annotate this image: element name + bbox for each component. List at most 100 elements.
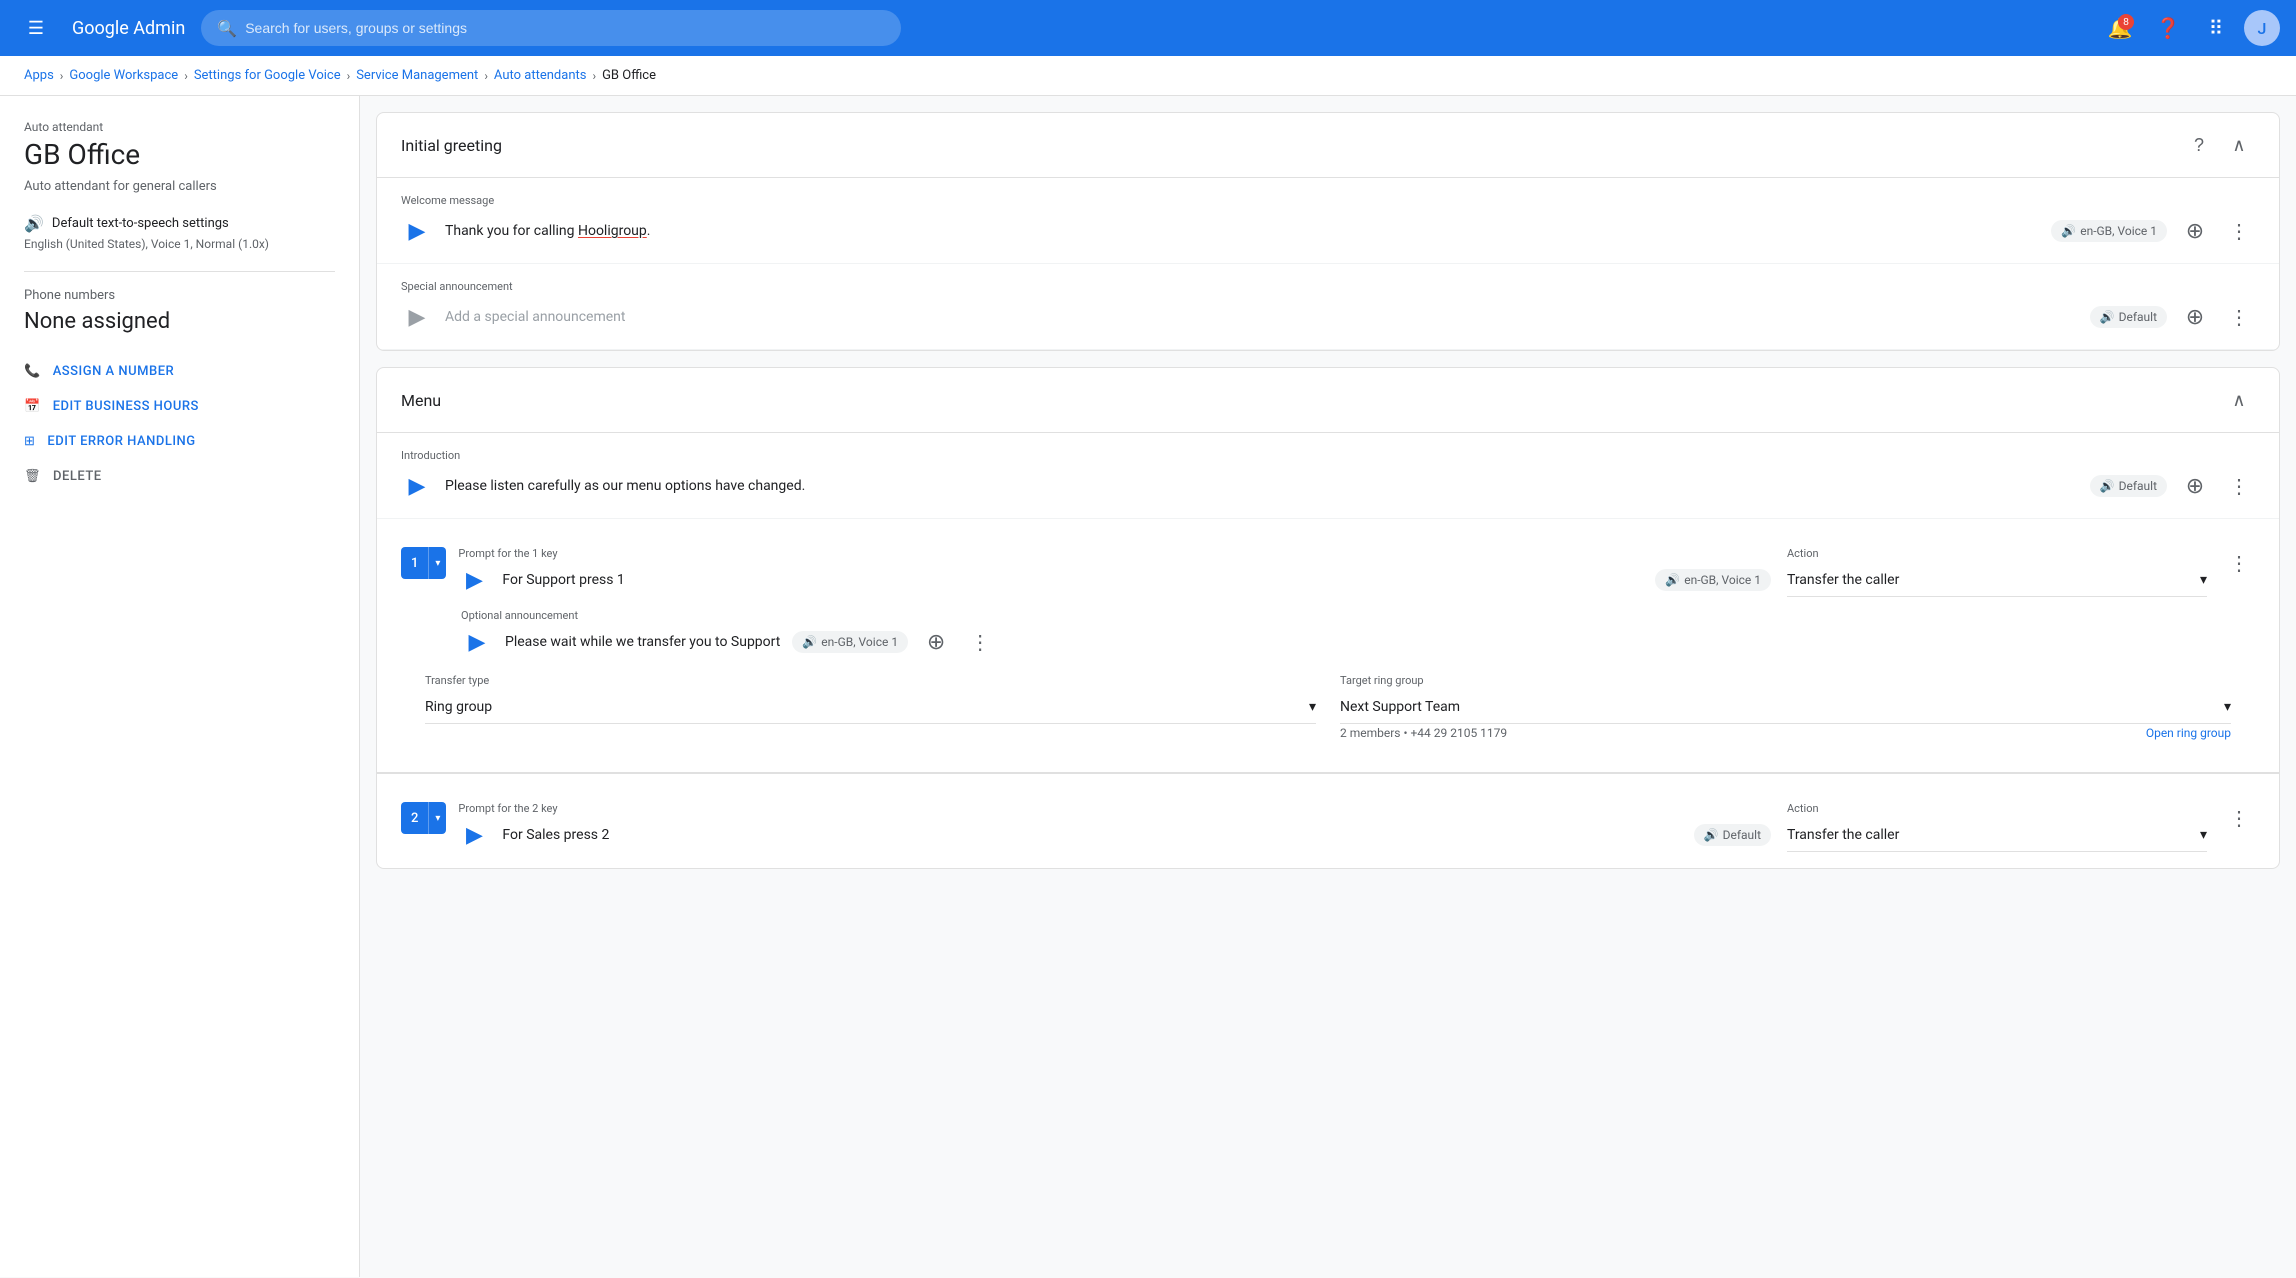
key1-action-select[interactable]: Transfer the caller ▾ xyxy=(1787,564,2207,597)
key2-badge: 2 ▾ xyxy=(401,802,446,834)
transfer-type-select[interactable]: Ring group ▾ xyxy=(425,691,1316,724)
content-area: Initial greeting ? ∧ Welcome message ▶ xyxy=(360,96,2296,1277)
key1-more-button[interactable]: ⋮ xyxy=(2223,547,2255,579)
welcome-message-row: Welcome message ▶ Thank you for calling … xyxy=(377,178,2279,264)
open-ring-group-link[interactable]: Open ring group xyxy=(2146,726,2231,740)
menu-section-title: Menu xyxy=(401,391,441,410)
edit-hours-icon: 📅 xyxy=(24,399,41,414)
search-icon: 🔍 xyxy=(217,19,237,38)
key1-optional-label: Optional announcement xyxy=(461,609,2255,622)
introduction-content: ▶ Please listen carefully as our menu op… xyxy=(401,470,2255,502)
help-button[interactable]: ❓ xyxy=(2148,8,2188,48)
breadcrumb-service-management[interactable]: Service Management xyxy=(356,68,478,83)
target-ring-group-value: Next Support Team xyxy=(1340,699,1460,715)
key1-action-dropdown-icon: ▾ xyxy=(2200,572,2207,588)
special-voice-badge: 🔊 Default xyxy=(2090,306,2167,328)
key2-prompt-text: For Sales press 2 xyxy=(502,827,1681,843)
top-navigation: ☰ Google Admin 🔍 🔔 8 ❓ ⠿ J xyxy=(0,0,2296,56)
play-icon-2: ▶ xyxy=(409,304,426,330)
plus-circle-icon-3: ⊕ xyxy=(2186,473,2204,499)
welcome-message-text: Thank you for calling Hooligroup. xyxy=(445,223,2039,239)
apps-grid-button[interactable]: ⠿ xyxy=(2196,8,2236,48)
key1-dropdown-button[interactable]: ▾ xyxy=(428,547,446,579)
sidebar-tts-value: English (United States), Voice 1, Normal… xyxy=(24,237,335,251)
key1-optional-play-button[interactable]: ▶ xyxy=(461,626,493,658)
user-avatar[interactable]: J xyxy=(2244,10,2280,46)
delete-label: DELETE xyxy=(53,469,102,484)
welcome-play-button[interactable]: ▶ xyxy=(401,215,433,247)
target-dropdown-icon: ▾ xyxy=(2224,699,2231,715)
introduction-row: Introduction ▶ Please listen carefully a… xyxy=(377,433,2279,519)
special-announcement-label: Special announcement xyxy=(401,280,2255,293)
initial-greeting-collapse-button[interactable]: ∧ xyxy=(2223,129,2255,161)
edit-error-handling-button[interactable]: ⊞ EDIT ERROR HANDLING xyxy=(24,424,335,459)
key1-number: 1 xyxy=(401,547,428,579)
key1-play-button[interactable]: ▶ xyxy=(458,564,490,596)
chevron-up-icon-2: ∧ xyxy=(2232,390,2245,411)
breadcrumb-current: GB Office xyxy=(602,68,656,83)
search-bar[interactable]: 🔍 xyxy=(201,10,901,46)
key1-voice-badge: 🔊 en-GB, Voice 1 xyxy=(1655,569,1771,591)
delete-button[interactable]: 🗑 DELETE xyxy=(24,459,335,494)
ring-group-members: 2 members • +44 29 2105 1179 xyxy=(1340,726,1507,740)
key2-left: 2 ▾ Prompt for the 2 key ▶ For Sales pre… xyxy=(401,802,1771,851)
transfer-type-label: Transfer type xyxy=(425,674,1316,687)
breadcrumb-apps[interactable]: Apps xyxy=(24,68,54,83)
key1-optional-section: Optional announcement ▶ Please wait whil… xyxy=(401,609,2255,658)
welcome-more-button[interactable]: ⋮ xyxy=(2223,215,2255,247)
sidebar-tts-setting: 🔊 Default text-to-speech settings xyxy=(24,214,335,233)
key1-block: 1 ▾ Prompt for the 1 key ▶ For Support p… xyxy=(377,519,2279,773)
assign-number-button[interactable]: 📞 ASSIGN A NUMBER xyxy=(24,354,335,389)
breadcrumb-sep-4: › xyxy=(484,69,488,83)
welcome-add-button[interactable]: ⊕ xyxy=(2179,215,2211,247)
initial-greeting-help-button[interactable]: ? xyxy=(2183,129,2215,161)
special-add-button[interactable]: ⊕ xyxy=(2179,301,2211,333)
assign-number-icon: 📞 xyxy=(24,364,41,379)
breadcrumb-sep-2: › xyxy=(184,69,188,83)
target-ring-group-field: Target ring group Next Support Team ▾ 2 … xyxy=(1340,674,2231,740)
special-more-button[interactable]: ⋮ xyxy=(2223,301,2255,333)
key1-badge: 1 ▾ xyxy=(401,547,446,579)
key2-more-button[interactable]: ⋮ xyxy=(2223,802,2255,834)
menu-hamburger-button[interactable]: ☰ xyxy=(16,8,56,48)
play-icon-6: ▶ xyxy=(466,822,483,848)
help-icon: ❓ xyxy=(2156,16,2181,41)
breadcrumb-google-workspace[interactable]: Google Workspace xyxy=(69,68,178,83)
plus-circle-icon-2: ⊕ xyxy=(2186,304,2204,330)
logo-text: Google Admin xyxy=(72,18,185,39)
key1-optional-add-button[interactable]: ⊕ xyxy=(920,626,952,658)
key1-optional-more-button[interactable]: ⋮ xyxy=(964,626,996,658)
more-vert-icon: ⋮ xyxy=(2229,219,2249,244)
intro-play-button[interactable]: ▶ xyxy=(401,470,433,502)
key2-dropdown-button[interactable]: ▾ xyxy=(428,802,446,834)
key1-action-section: Action Transfer the caller ▾ xyxy=(1787,547,2207,597)
key2-voice-badge: 🔊 Default xyxy=(1694,824,1771,846)
intro-add-button[interactable]: ⊕ xyxy=(2179,470,2211,502)
assign-number-label: ASSIGN A NUMBER xyxy=(53,364,175,379)
search-input[interactable] xyxy=(245,20,885,36)
menu-collapse-button[interactable]: ∧ xyxy=(2223,384,2255,416)
key2-row: 2 ▾ Prompt for the 2 key ▶ For Sales pre… xyxy=(401,802,2255,852)
plus-circle-icon-4: ⊕ xyxy=(927,629,945,655)
special-announcement-content: ▶ Add a special announcement 🔊 Default ⊕… xyxy=(401,301,2255,333)
target-ring-group-select[interactable]: Next Support Team ▾ xyxy=(1340,691,2231,724)
key2-play-button[interactable]: ▶ xyxy=(458,819,490,851)
breadcrumb-auto-attendants[interactable]: Auto attendants xyxy=(494,68,587,83)
key2-action-value: Transfer the caller xyxy=(1787,827,1899,843)
initial-greeting-title: Initial greeting xyxy=(401,136,502,155)
key1-optional-voice-badge: 🔊 en-GB, Voice 1 xyxy=(792,631,908,653)
key2-action-select[interactable]: Transfer the caller ▾ xyxy=(1787,819,2207,852)
notification-button[interactable]: 🔔 8 xyxy=(2100,8,2140,48)
introduction-text: Please listen carefully as our menu opti… xyxy=(445,478,2078,494)
breadcrumb-settings-voice[interactable]: Settings for Google Voice xyxy=(194,68,341,83)
welcome-voice-text: en-GB, Voice 1 xyxy=(2080,224,2157,238)
more-vert-icon-2: ⋮ xyxy=(2229,305,2249,330)
initial-greeting-section: Initial greeting ? ∧ Welcome message ▶ xyxy=(376,112,2280,351)
intro-more-button[interactable]: ⋮ xyxy=(2223,470,2255,502)
edit-business-hours-button[interactable]: 📅 EDIT BUSINESS HOURS xyxy=(24,389,335,424)
key2-action-label: Action xyxy=(1787,802,2207,815)
bottom-spacer xyxy=(360,869,2296,893)
play-icon-3: ▶ xyxy=(409,473,426,499)
key2-prompt-label: Prompt for the 2 key xyxy=(458,802,1771,815)
special-play-button[interactable]: ▶ xyxy=(401,301,433,333)
